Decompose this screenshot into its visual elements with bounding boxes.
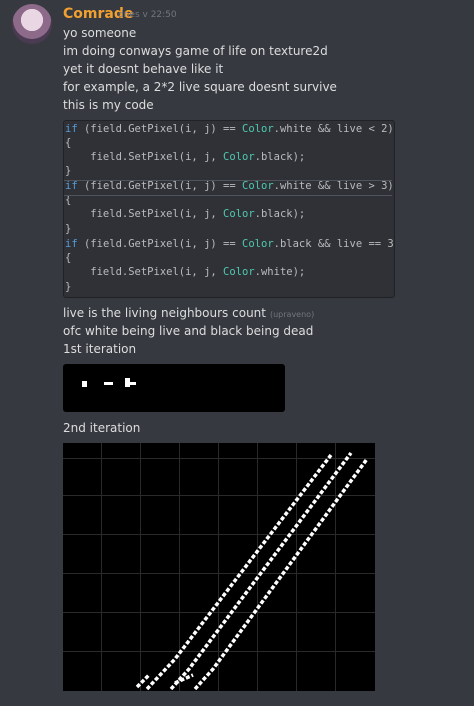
code-line: field.SetPixel(i, j, Color.white); bbox=[65, 266, 306, 278]
message-timestamp: dnes v 22:50 bbox=[118, 10, 177, 20]
live-description: live is the living neighbours count bbox=[63, 306, 266, 320]
code-line: { bbox=[65, 252, 72, 264]
code-line: field.SetPixel(i, j, Color.black); bbox=[65, 208, 306, 220]
code-block[interactable]: if (field.GetPixel(i, j) == Color.white … bbox=[63, 120, 395, 298]
code-line: if (field.GetPixel(i, j) == Color.white … bbox=[65, 123, 394, 135]
code-line: if (field.GetPixel(i, j) == Color.black … bbox=[65, 238, 395, 250]
first-iteration-image[interactable] bbox=[63, 364, 285, 412]
code-line: } bbox=[65, 223, 72, 235]
message-line: 2nd iteration bbox=[63, 421, 141, 435]
message-line: this is my code bbox=[63, 98, 154, 112]
code-line: } bbox=[65, 165, 72, 177]
second-iteration-image[interactable] bbox=[63, 443, 375, 691]
message-line: live is the living neighbours count (upra… bbox=[63, 304, 314, 324]
edited-marker: (upraveno) bbox=[269, 310, 315, 319]
message-line: yet it doesnt behave like it bbox=[63, 62, 224, 76]
message-line: 1st iteration bbox=[63, 342, 137, 356]
message-line: im doing conways game of life on texture… bbox=[63, 44, 328, 58]
code-line: } bbox=[65, 281, 72, 293]
code-line: field.SetPixel(i, j, Color.black); bbox=[65, 151, 306, 163]
message-line: ofc white being live and black being dea… bbox=[63, 324, 314, 338]
text-cursor-highlight bbox=[64, 180, 392, 196]
code-line: { bbox=[65, 137, 72, 149]
message-line: yo someone bbox=[63, 26, 137, 40]
avatar[interactable] bbox=[12, 4, 52, 44]
message-line: for example, a 2*2 live square doesnt su… bbox=[63, 80, 337, 94]
